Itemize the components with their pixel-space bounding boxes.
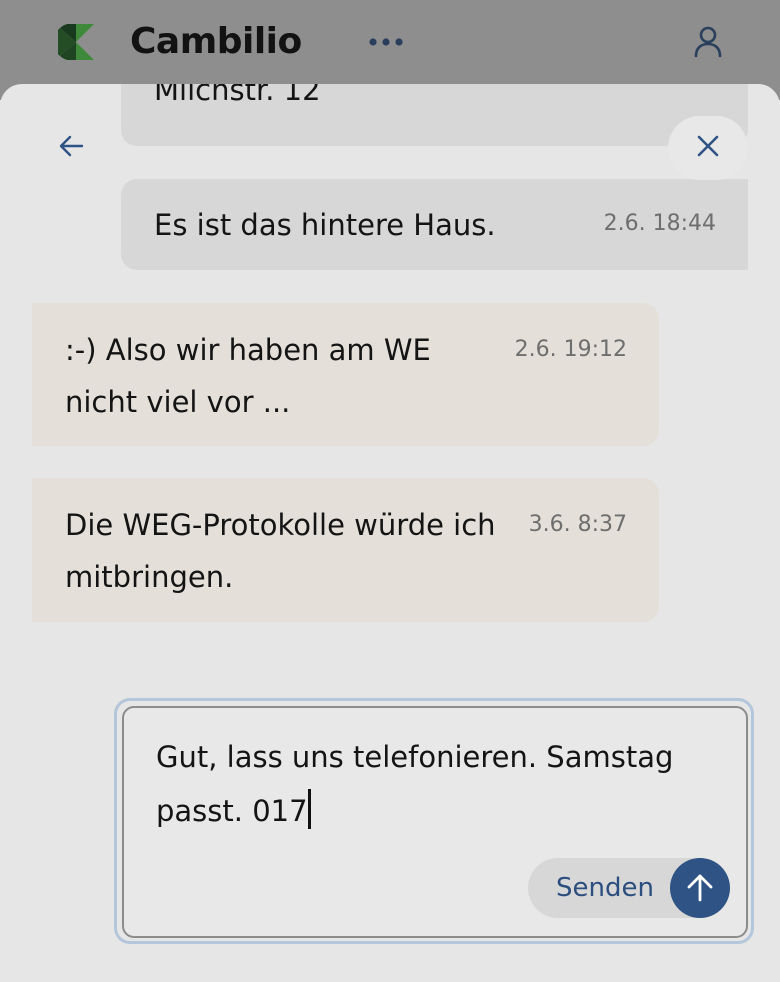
message-timestamp: 2.6. 18:44 — [603, 211, 716, 236]
message-bubble-outgoing: Milchstr. 12 — [121, 84, 748, 146]
arrow-up-icon — [670, 858, 730, 918]
text-caret — [307, 789, 311, 829]
user-icon[interactable] — [688, 22, 728, 62]
back-button[interactable] — [52, 128, 92, 168]
send-button-label: Senden — [556, 873, 654, 903]
message-text: Es ist das hintere Haus. — [154, 208, 496, 242]
chat-sheet: Milchstr. 12 Es ist das hintere Haus. 2.… — [0, 84, 780, 982]
close-icon — [697, 135, 719, 161]
message-timestamp: 3.6. 8:37 — [528, 512, 627, 537]
message-text: :-) Also wir haben am WE nicht viel vor … — [65, 333, 431, 419]
message-bubble-outgoing: Es ist das hintere Haus. 2.6. 18:44 — [121, 179, 748, 270]
message-bubble-incoming: :-) Also wir haben am WE nicht viel vor … — [32, 303, 659, 446]
more-dots-icon[interactable] — [366, 30, 406, 54]
message-timestamp: 2.6. 19:12 — [514, 337, 627, 362]
app-window: Cambilio Milchstr. 12 Es ist das hintere… — [0, 0, 780, 982]
send-button[interactable]: Senden — [528, 858, 730, 918]
close-button[interactable] — [668, 116, 748, 180]
message-text: Die WEG-Protokolle würde ich mitbringen. — [65, 508, 496, 594]
message-input[interactable]: Gut, lass uns telefonieren. Samstag pass… — [122, 706, 748, 938]
message-text: Milchstr. 12 — [154, 84, 321, 107]
brand-name[interactable]: Cambilio — [130, 18, 302, 66]
message-input-value: Gut, lass uns telefonieren. Samstag pass… — [156, 740, 683, 828]
message-bubble-incoming: Die WEG-Protokolle würde ich mitbringen.… — [32, 478, 659, 622]
cambilio-logo-icon[interactable] — [53, 23, 94, 61]
message-input-text[interactable]: Gut, lass uns telefonieren. Samstag pass… — [156, 730, 716, 838]
arrow-left-icon — [58, 132, 86, 164]
